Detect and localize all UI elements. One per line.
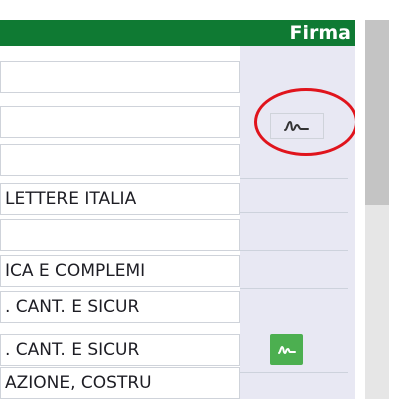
table-cell-subject bbox=[0, 219, 240, 251]
table-cell-subject: LETTERE ITALIA bbox=[0, 183, 240, 215]
column-header-firma: Firma bbox=[289, 22, 351, 44]
row-divider bbox=[240, 178, 348, 179]
table-cell-subject bbox=[0, 106, 240, 138]
table-cell-subject: . CANT. E SICUR bbox=[0, 291, 240, 323]
sign-button-active[interactable] bbox=[270, 334, 303, 365]
scrollbar-thumb[interactable] bbox=[365, 20, 389, 205]
row-divider bbox=[240, 250, 348, 251]
signature-icon bbox=[277, 345, 296, 354]
highlight-circle-annotation bbox=[254, 88, 358, 156]
row-divider bbox=[240, 212, 348, 213]
table-cell-subject bbox=[0, 144, 240, 176]
table-header-bar: Firma bbox=[0, 20, 355, 46]
row-divider bbox=[240, 288, 348, 289]
row-divider bbox=[240, 372, 348, 373]
table-cell-subject: AZIONE, COSTRU bbox=[0, 367, 240, 399]
table-cell-subject: . CANT. E SICUR bbox=[0, 334, 240, 366]
table-cell-subject bbox=[0, 61, 240, 93]
vertical-scrollbar[interactable] bbox=[365, 20, 389, 399]
table-cell-subject: ICA E COMPLEMI bbox=[0, 255, 240, 287]
